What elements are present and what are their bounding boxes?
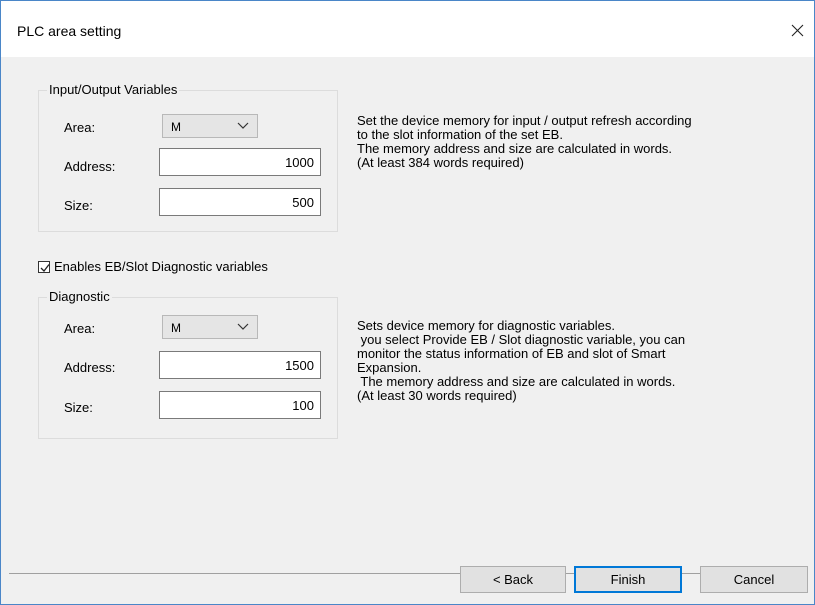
io-size-field[interactable]: 500 — [159, 188, 321, 216]
io-address-label: Address: — [64, 159, 116, 174]
diagnostic-description: Sets device memory for diagnostic variab… — [357, 319, 686, 403]
diag-size-label: Size: — [64, 400, 93, 415]
io-area-select[interactable]: M — [162, 114, 258, 138]
io-area-value: M — [171, 120, 181, 134]
close-button[interactable] — [780, 15, 814, 45]
io-address-field[interactable]: 1000 — [159, 148, 321, 176]
io-area-label: Area: — [64, 120, 96, 135]
footer-separator — [9, 573, 807, 574]
diag-area-value: M — [171, 321, 181, 335]
close-icon — [791, 24, 803, 36]
diagnostic-group-legend: Diagnostic — [47, 289, 112, 304]
chevron-down-icon — [237, 122, 249, 129]
io-size-label: Size: — [64, 198, 93, 213]
diag-address-field[interactable]: 1500 — [159, 351, 321, 379]
diag-size-field[interactable]: 100 — [159, 391, 321, 419]
enable-diagnostic-checkbox[interactable]: Enables EB/Slot Diagnostic variables — [38, 259, 268, 274]
diag-area-select[interactable]: M — [162, 315, 258, 339]
dialog-title: PLC area setting — [17, 23, 122, 39]
chevron-down-icon — [237, 323, 249, 330]
back-button[interactable]: < Back — [460, 566, 566, 593]
dialog-window: PLC area setting Input/Output Variables … — [0, 0, 815, 605]
io-description: Set the device memory for input / output… — [357, 113, 692, 170]
finish-button[interactable]: Finish — [574, 566, 682, 593]
io-group-legend: Input/Output Variables — [47, 82, 180, 97]
enable-diagnostic-label: Enables EB/Slot Diagnostic variables — [54, 259, 268, 274]
diag-address-label: Address: — [64, 360, 116, 375]
checkmark-icon — [40, 263, 50, 272]
checkbox-box[interactable] — [38, 260, 50, 273]
cancel-button[interactable]: Cancel — [700, 566, 808, 593]
title-bar: PLC area setting — [1, 1, 814, 57]
diag-area-label: Area: — [64, 321, 96, 336]
